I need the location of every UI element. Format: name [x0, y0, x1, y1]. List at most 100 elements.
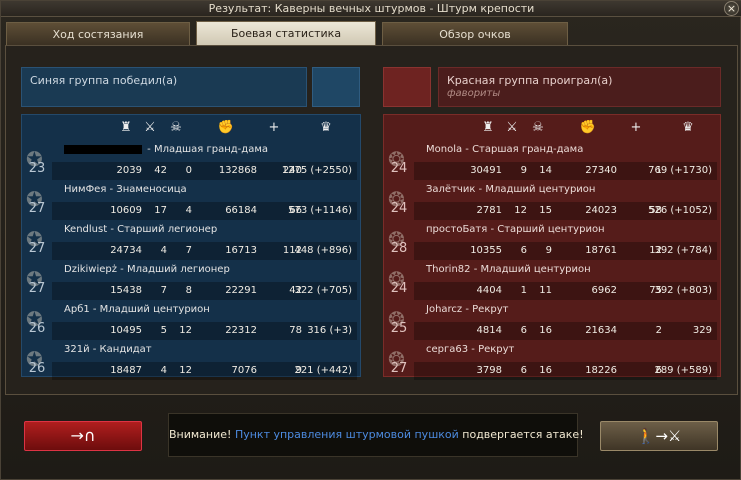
- stat-kills: 17: [154, 205, 167, 216]
- window-title: Результат: Каверны вечных штурмов - Штур…: [208, 2, 535, 15]
- stat-healing: 22291: [225, 285, 257, 296]
- notice-text: подвергается атаке!: [462, 428, 584, 441]
- red-team-emblem: [383, 67, 431, 107]
- red-team-result: Красная группа проиграл(а) фавориты: [438, 67, 721, 107]
- stat-deaths: 15: [539, 205, 552, 216]
- stat-kills: 4: [160, 245, 167, 256]
- player-row[interactable]: ❂ 24 Thorin82 - Младший центурион 4404 1 11 69…: [384, 263, 720, 303]
- stat-healing: 18761: [585, 245, 617, 256]
- stat-kills: 6: [520, 245, 527, 256]
- player-level: 24: [390, 281, 408, 296]
- stat-deaths: 0: [185, 165, 192, 176]
- walk-to-battle-icon: 🚶→⚔: [636, 427, 682, 445]
- skull-icon: ☠: [532, 120, 544, 135]
- player-row[interactable]: ✪ 27 Dzikiwiepż - Младший легионер 15438 7 8 2…: [22, 263, 360, 303]
- player-row[interactable]: ✪ 27 НимФея - Знаменосица 10609 17 4 66184 66 57…: [22, 183, 360, 223]
- crown-icon: ♛: [320, 120, 332, 135]
- skull-icon: ☠: [170, 120, 182, 135]
- player-name: Залётчик - Младший центурион: [426, 184, 596, 195]
- stat-kills: 12: [514, 205, 527, 216]
- stat-damage: 15438: [110, 285, 142, 296]
- window-titlebar: Результат: Каверны вечных штурмов - Штур…: [1, 1, 741, 17]
- stat-deaths: 14: [539, 165, 552, 176]
- stat-kills: 9: [520, 165, 527, 176]
- player-level: 28: [390, 241, 408, 256]
- stat-damage: 18487: [110, 365, 142, 376]
- player-level: 25: [390, 321, 408, 336]
- stat-score: 316 (+3): [307, 325, 352, 336]
- stat-damage: 30491: [470, 165, 502, 176]
- player-row[interactable]: ❂ 24 Залётчик - Младший центурион 2781 12 15 2…: [384, 183, 720, 223]
- battle-result-window: Результат: Каверны вечных штурмов - Штур…: [0, 0, 741, 480]
- stat-deaths: 16: [539, 365, 552, 376]
- stat-damage: 2781: [476, 205, 502, 216]
- swords-icon: ⚔: [506, 120, 518, 135]
- stat-healing: 66184: [225, 205, 257, 216]
- stat-kills: 1: [520, 285, 527, 296]
- stat-healing: 132868: [218, 165, 257, 176]
- stat-healing: 7076: [231, 365, 257, 376]
- player-row[interactable]: ❂ 28 простоБатя - Старший центурион 10355 6 9…: [384, 223, 720, 263]
- player-row[interactable]: ❂ 27 серга63 - Рекрут 3798 6 16 18226 6 289 (+58…: [384, 343, 720, 383]
- player-stats: 10355 6 9 18761 12 392 (+784): [414, 242, 717, 260]
- stat-score: 329: [692, 325, 712, 336]
- stat-score: 448 (+896): [294, 245, 352, 256]
- player-stats: 2781 12 15 24023 58 526 (+1052): [414, 202, 717, 220]
- player-name: НимФея - Знаменосица: [64, 184, 187, 195]
- stat-assists: 78: [289, 325, 302, 336]
- player-row[interactable]: ✪ 27 Kendlust - Старший легионер 24734 4 7 167…: [22, 223, 360, 263]
- player-name: Monola - Старшая гранд-дама: [426, 144, 584, 155]
- stat-damage: 10355: [470, 245, 502, 256]
- stat-healing: 16713: [225, 245, 257, 256]
- stat-score: 289 (+589): [654, 365, 712, 376]
- tower-icon: ♜: [482, 120, 494, 135]
- player-row[interactable]: ✪ 23 - Младшая гранд-дама 2039 42 0 132868 240…: [22, 143, 360, 183]
- stat-score: 769 (+1730): [648, 165, 712, 176]
- stat-deaths: 12: [179, 325, 192, 336]
- player-stats: 15438 7 8 22291 42 322 (+705): [52, 282, 357, 300]
- player-row[interactable]: ❂ 24 Monola - Старшая гранд-дама 30491 9 14 27…: [384, 143, 720, 183]
- tab-battle-stats[interactable]: Боевая статистика: [196, 21, 376, 46]
- player-name: Kendlust - Старший легионер: [64, 224, 218, 235]
- fist-icon: ✊: [579, 120, 597, 135]
- tower-icon: ♜: [120, 120, 132, 135]
- close-icon[interactable]: ×: [724, 1, 739, 16]
- plus-icon: +: [630, 120, 642, 135]
- player-name: Арб1 - Младший центурион: [64, 304, 210, 315]
- stat-damage: 10609: [110, 205, 142, 216]
- stat-deaths: 9: [545, 245, 552, 256]
- red-result-text: Красная группа проиграл(а): [447, 74, 613, 87]
- player-name: Joharcz - Рекрут: [426, 304, 509, 315]
- player-name: серга63 - Рекрут: [426, 344, 515, 355]
- leave-battle-button[interactable]: →∩: [24, 421, 142, 451]
- player-stats: 10495 5 12 22312 78 316 (+3): [52, 322, 357, 340]
- player-stats: 30491 9 14 27340 1 769 (+1730): [414, 162, 717, 180]
- stat-score: 322 (+705): [294, 285, 352, 296]
- stat-damage: 4814: [476, 325, 502, 336]
- stat-deaths: 7: [185, 245, 192, 256]
- stat-deaths: 4: [185, 205, 192, 216]
- player-row[interactable]: ❂ 25 Joharcz - Рекрут 4814 6 16 21634 2 329: [384, 303, 720, 343]
- stat-damage: 10495: [110, 325, 142, 336]
- notice-warning: Внимание!: [169, 428, 232, 441]
- stat-deaths: 11: [539, 285, 552, 296]
- stat-deaths: 16: [539, 325, 552, 336]
- player-name: Dzikiwiepż - Младший легионер: [64, 264, 230, 275]
- player-stats: 18487 4 12 7076 9 221 (+442): [52, 362, 357, 380]
- stat-kills: 4: [160, 365, 167, 376]
- stat-score: 526 (+1052): [648, 205, 712, 216]
- tab-match-progress[interactable]: Ход состязания: [6, 22, 190, 45]
- tab-points-overview[interactable]: Обзор очков: [382, 22, 568, 45]
- stat-deaths: 8: [185, 285, 192, 296]
- red-team-table: ♜ ⚔ ☠ ✊ + ♛ ❂ 24 Monola - Старшая гранд-дама 3049…: [383, 114, 721, 380]
- stat-healing: 27340: [585, 165, 617, 176]
- return-to-battle-button[interactable]: 🚶→⚔: [600, 421, 718, 451]
- player-row[interactable]: ✪ 26 Арб1 - Младший центурион 10495 5 12 22312…: [22, 303, 360, 343]
- blue-team-table: ♜ ⚔ ☠ ✊ + ♛ ✪ 23 - Младшая гранд-дама 2039 42 0 132…: [21, 114, 361, 380]
- player-stats: 2039 42 0 132868 240 1275 (+2550): [52, 162, 357, 180]
- player-level: 27: [28, 241, 46, 256]
- player-name: простоБатя - Старший центурион: [426, 224, 605, 235]
- crown-icon: ♛: [682, 120, 694, 135]
- exit-gate-icon: →∩: [70, 426, 96, 445]
- player-row[interactable]: ✪ 26 321й - Кандидат 18487 4 12 7076 9 221 (+442…: [22, 343, 360, 383]
